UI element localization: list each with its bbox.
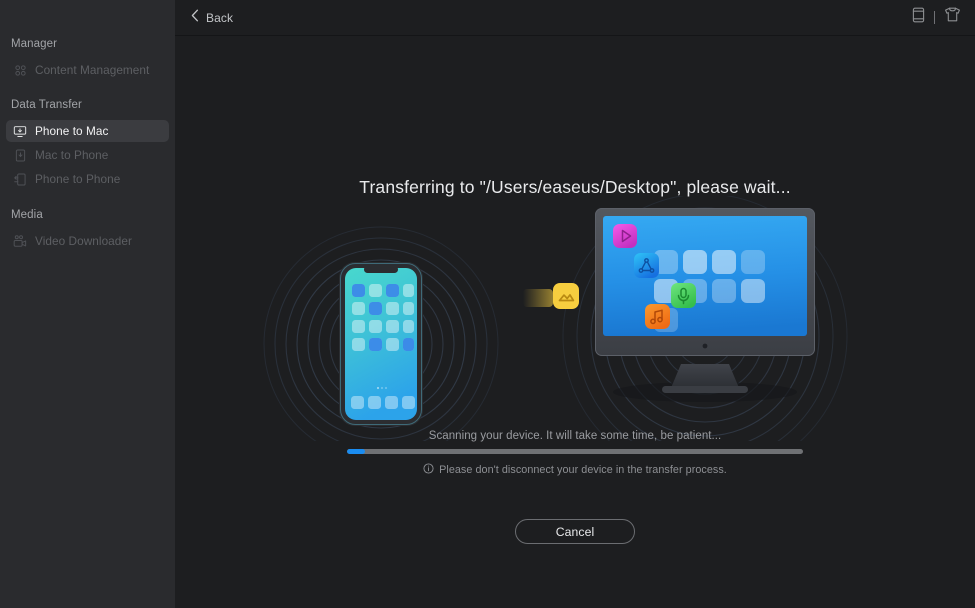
sidebar-item-label: Phone to Mac	[35, 124, 109, 138]
scan-status-text: Scanning your device. It will take some …	[428, 430, 722, 442]
tshirt-skin-icon[interactable]	[944, 7, 961, 28]
main-panel: Back Transferring to "/Users/easeus/Desk…	[175, 0, 975, 608]
sidebar-section-manager: Manager Content Management	[0, 38, 175, 81]
sidebar-item-label: Mac to Phone	[35, 148, 109, 162]
info-circle-icon	[423, 461, 434, 479]
video-play-app-icon	[613, 224, 637, 248]
sidebar-item-label: Phone to Phone	[35, 172, 121, 186]
mac-to-phone-icon	[11, 147, 29, 163]
target-mac-device	[595, 208, 815, 402]
back-button[interactable]: Back	[187, 6, 237, 30]
photo-transfer-packet-icon	[523, 283, 579, 309]
disconnect-hint: Please don't disconnect your device in t…	[175, 461, 975, 479]
phone-to-mac-icon	[11, 123, 29, 139]
progress-section: Scanning your device. It will take some …	[175, 430, 975, 479]
network-share-app-icon	[634, 253, 659, 278]
microphone-app-icon	[671, 283, 696, 308]
chevron-left-icon	[191, 9, 199, 27]
sidebar-item-video-downloader[interactable]: Video Downloader	[6, 230, 169, 252]
cancel-button[interactable]: Cancel	[515, 519, 635, 544]
sidebar-section-label-manager: Manager	[11, 38, 58, 50]
device-phone-icon[interactable]	[912, 7, 925, 28]
disconnect-hint-text: Please don't disconnect your device in t…	[439, 464, 727, 476]
sidebar-item-phone-to-phone[interactable]: Phone to Phone	[6, 168, 169, 190]
toolbar-divider	[934, 11, 935, 24]
sidebar-item-label: Content Management	[35, 63, 150, 77]
app-window: Manager Content Management Data Transfer	[0, 0, 975, 608]
sidebar-item-content-management[interactable]: Content Management	[6, 59, 169, 81]
sidebar-section-label-data-transfer: Data Transfer	[11, 99, 82, 111]
transfer-illustration	[175, 196, 975, 441]
grid-apps-icon	[11, 62, 29, 78]
sidebar-item-label: Video Downloader	[35, 234, 132, 248]
source-phone-device	[339, 262, 423, 426]
phone-to-phone-icon	[11, 171, 29, 187]
sidebar-item-phone-to-mac[interactable]: Phone to Mac	[6, 120, 169, 142]
sidebar-section-label-media: Media	[11, 209, 43, 221]
sidebar-section-media: Media Video Downloader	[0, 209, 175, 252]
video-camera-icon	[11, 233, 29, 249]
page-title: Transferring to "/Users/easeus/Desktop",…	[359, 177, 791, 197]
sidebar: Manager Content Management Data Transfer	[0, 0, 175, 608]
music-note-app-icon	[645, 304, 670, 329]
back-button-label: Back	[206, 10, 234, 25]
progress-bar[interactable]	[347, 449, 803, 454]
top-bar-actions	[912, 7, 961, 28]
content-stage: Transferring to "/Users/easeus/Desktop",…	[175, 36, 975, 608]
top-bar: Back	[175, 0, 975, 36]
sidebar-section-data-transfer: Data Transfer Phone to Mac Mac to Phone …	[0, 99, 175, 190]
sidebar-item-mac-to-phone[interactable]: Mac to Phone	[6, 144, 169, 166]
progress-bar-fill	[347, 449, 366, 454]
